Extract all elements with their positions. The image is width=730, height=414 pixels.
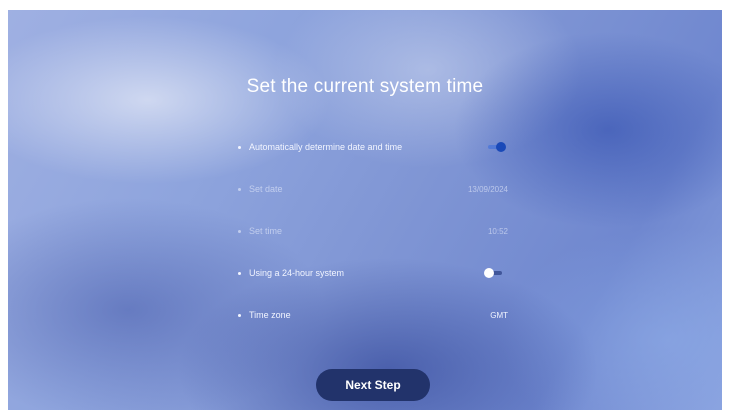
bullet-icon xyxy=(238,187,241,191)
time-zone-value: GMT xyxy=(490,310,508,320)
set-date-label: Set date xyxy=(249,184,283,194)
auto-datetime-label: Automatically determine date and time xyxy=(249,142,403,152)
setting-set-time[interactable]: Set time 10:52 xyxy=(238,210,508,252)
hour24-label: Using a 24-hour system xyxy=(249,268,345,278)
bullet-icon xyxy=(238,145,241,149)
setting-set-date[interactable]: Set date 13/09/2024 xyxy=(238,168,508,210)
time-zone-label: Time zone xyxy=(249,310,291,320)
bullet-icon xyxy=(238,229,241,233)
page-title: Set the current system time xyxy=(246,76,484,97)
setting-auto-datetime[interactable]: Automatically determine date and time xyxy=(238,126,508,168)
bullet-icon xyxy=(238,313,241,317)
next-step-button[interactable]: Next Step xyxy=(316,369,430,401)
set-time-label: Set time xyxy=(249,226,283,236)
auto-datetime-toggle[interactable] xyxy=(484,142,506,152)
time-settings-list: Automatically determine date and time Se… xyxy=(238,126,508,336)
setting-time-zone[interactable]: Time zone GMT xyxy=(238,294,508,336)
setup-screen: Set the current system time Automaticall… xyxy=(8,10,722,410)
set-date-value: 13/09/2024 xyxy=(467,184,508,194)
hour24-toggle[interactable] xyxy=(484,268,506,278)
toggle-knob xyxy=(484,268,494,278)
setting-24-hour[interactable]: Using a 24-hour system xyxy=(238,252,508,294)
toggle-knob xyxy=(496,142,506,152)
set-time-value: 10:52 xyxy=(487,226,508,236)
bullet-icon xyxy=(238,271,241,275)
